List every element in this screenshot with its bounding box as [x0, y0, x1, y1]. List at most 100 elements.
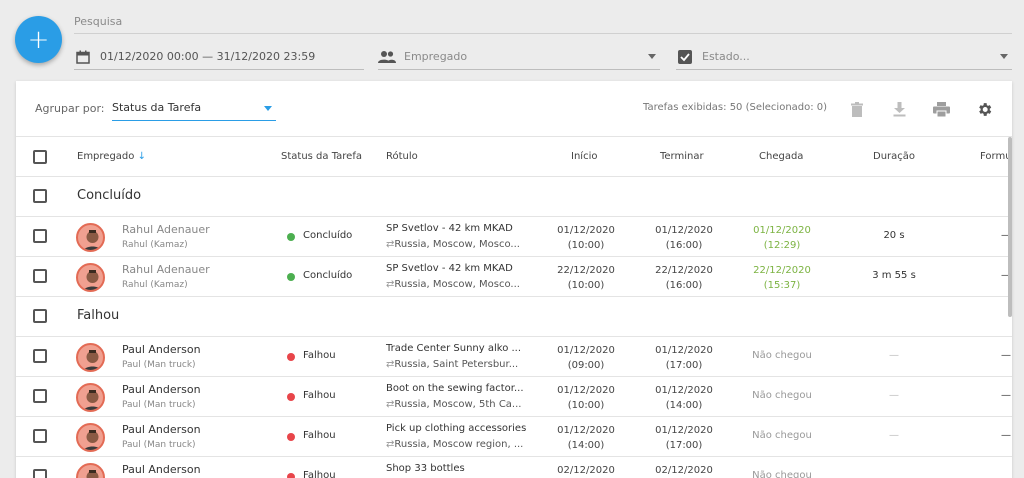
start-time: (10:00)	[567, 400, 605, 411]
task-label: SP Svetlov - 42 km MKAD	[386, 223, 513, 234]
end-date: 22/12/2020	[655, 265, 713, 276]
table-row[interactable]: Paul Anderson Paul (Man truck) Falhou Trade…	[16, 337, 1012, 377]
task-address-text: Russia, Saint Petersbur...	[394, 359, 519, 370]
group-by-select[interactable]: Status da Tarefa	[112, 96, 276, 121]
duration-value: 3 m 55 s	[872, 270, 916, 281]
people-icon	[378, 48, 396, 66]
avatar	[76, 423, 105, 452]
group-checkbox[interactable]	[33, 189, 47, 203]
start-time: (09:00)	[567, 360, 605, 371]
arrival-cell: 22/12/2020 (15:37)	[742, 263, 822, 293]
status-dot-icon	[287, 393, 295, 401]
chevron-down-icon	[648, 54, 656, 59]
select-all-checkbox[interactable]	[33, 150, 47, 164]
end-date: 01/12/2020	[655, 425, 713, 436]
task-address: ⇄Russia, Moscow, Mosco...	[386, 239, 520, 250]
table-row[interactable]: Rahul Adenauer Rahul (Kamaz) Concluído SP S…	[16, 217, 1012, 257]
group-row: Concluído	[16, 177, 1012, 217]
end-cell: 01/12/2020 (14:00)	[644, 383, 724, 413]
download-icon[interactable]	[889, 99, 909, 119]
task-label: SP Svetlov - 42 km MKAD	[386, 263, 513, 274]
employee-vehicle: Paul (Man truck)	[122, 440, 196, 450]
start-cell: 01/12/2020 (10:00)	[546, 223, 626, 253]
add-task-button[interactable]: +	[15, 16, 62, 63]
table-row[interactable]: Paul Anderson Paul (Man truck) Falhou Boot …	[16, 377, 1012, 417]
group-title: Falhou	[77, 308, 120, 323]
start-date: 01/12/2020	[557, 385, 615, 396]
end-cell: 02/12/2020	[644, 463, 724, 478]
task-label: Boot on the sewing factor...	[386, 383, 524, 394]
avatar	[76, 263, 105, 292]
group-checkbox[interactable]	[33, 309, 47, 323]
print-icon[interactable]	[931, 99, 951, 119]
status-text: Concluído	[303, 230, 353, 241]
task-address: ⇄Russia, Saint Petersbur...	[386, 359, 518, 370]
row-checkbox[interactable]	[33, 389, 47, 403]
arrival-status: Não chegou	[752, 350, 812, 361]
column-arrival[interactable]: Chegada	[759, 151, 803, 162]
task-label: Trade Center Sunny alko ...	[386, 343, 522, 354]
search-input[interactable]: Pesquisa	[74, 10, 1012, 34]
employee-name: Paul Anderson	[122, 423, 201, 436]
end-time: (16:00)	[665, 240, 703, 251]
date-range-filter[interactable]: 01/12/2020 00:00 — 31/12/2020 23:59	[74, 44, 364, 70]
task-address-text: Russia, Moscow, Mosco...	[394, 239, 520, 250]
end-date: 02/12/2020	[655, 465, 713, 476]
arrival-status: Não chegou	[752, 430, 812, 441]
row-checkbox[interactable]	[33, 429, 47, 443]
start-cell: 22/12/2020 (10:00)	[546, 263, 626, 293]
form-value: —	[1001, 230, 1011, 241]
column-status[interactable]: Status da Tarefa	[281, 151, 362, 162]
start-time: (10:00)	[567, 280, 605, 291]
employee-placeholder: Empregado	[404, 50, 468, 63]
table-row[interactable]: Rahul Adenauer Rahul (Kamaz) Concluído SP S…	[16, 257, 1012, 297]
arrival-time: (15:37)	[763, 280, 801, 291]
duration-value: —	[889, 430, 899, 441]
status-text: Falhou	[303, 430, 336, 441]
column-duration[interactable]: Duração	[873, 151, 915, 162]
vertical-scrollbar[interactable]	[1008, 137, 1012, 317]
start-cell: 01/12/2020 (14:00)	[546, 423, 626, 453]
column-form[interactable]: Formu	[980, 151, 1012, 162]
column-employee-label: Empregado	[77, 151, 135, 162]
settings-gear-icon[interactable]	[974, 99, 994, 119]
table-row[interactable]: Paul Anderson Paul (Man truck) Falhou Pick …	[16, 417, 1012, 457]
form-value: —	[1001, 270, 1011, 281]
row-checkbox[interactable]	[33, 269, 47, 283]
status-dot-icon	[287, 473, 295, 478]
start-date: 01/12/2020	[557, 225, 615, 236]
group-title: Concluído	[77, 188, 142, 203]
employee-name: Paul Anderson	[122, 383, 201, 396]
duration-value: —	[889, 390, 899, 401]
employee-filter[interactable]: Empregado	[378, 44, 660, 70]
task-address-text: Russia, Moscow region, ...	[394, 439, 524, 450]
avatar	[76, 343, 105, 372]
start-cell: 02/12/2020	[546, 463, 626, 478]
end-cell: 01/12/2020 (17:00)	[644, 343, 724, 373]
table-row[interactable]: Paul AndersonPaul (Man truck)FalhouShop …	[16, 457, 1012, 478]
column-start[interactable]: Início	[571, 151, 597, 162]
row-checkbox[interactable]	[33, 349, 47, 363]
task-address: ⇄Russia, Moscow, Mosco...	[386, 279, 520, 290]
start-time: (10:00)	[567, 240, 605, 251]
end-time: (17:00)	[665, 440, 703, 451]
avatar	[76, 463, 105, 478]
end-time: (16:00)	[665, 280, 703, 291]
status-dot-icon	[287, 273, 295, 281]
arrival-time: (12:29)	[763, 240, 801, 251]
delete-icon[interactable]	[847, 99, 867, 119]
column-employee[interactable]: Empregado ↓	[77, 151, 146, 162]
status-text: Concluído	[303, 270, 353, 281]
column-end[interactable]: Terminar	[660, 151, 704, 162]
employee-name: Paul Anderson	[122, 463, 201, 476]
tasks-counter: Tarefas exibidas: 50 (Selecionado: 0)	[643, 102, 828, 113]
start-cell: 01/12/2020 (10:00)	[546, 383, 626, 413]
duration-value: —	[889, 350, 899, 361]
row-checkbox[interactable]	[33, 229, 47, 243]
arrival-status: Não chegou	[752, 390, 812, 401]
state-filter[interactable]: Estado...	[676, 44, 1012, 70]
employee-name: Rahul Adenauer	[122, 223, 210, 236]
column-label[interactable]: Rótulo	[386, 151, 418, 162]
row-checkbox[interactable]	[33, 469, 47, 478]
checkbox-checked-icon	[676, 48, 694, 66]
